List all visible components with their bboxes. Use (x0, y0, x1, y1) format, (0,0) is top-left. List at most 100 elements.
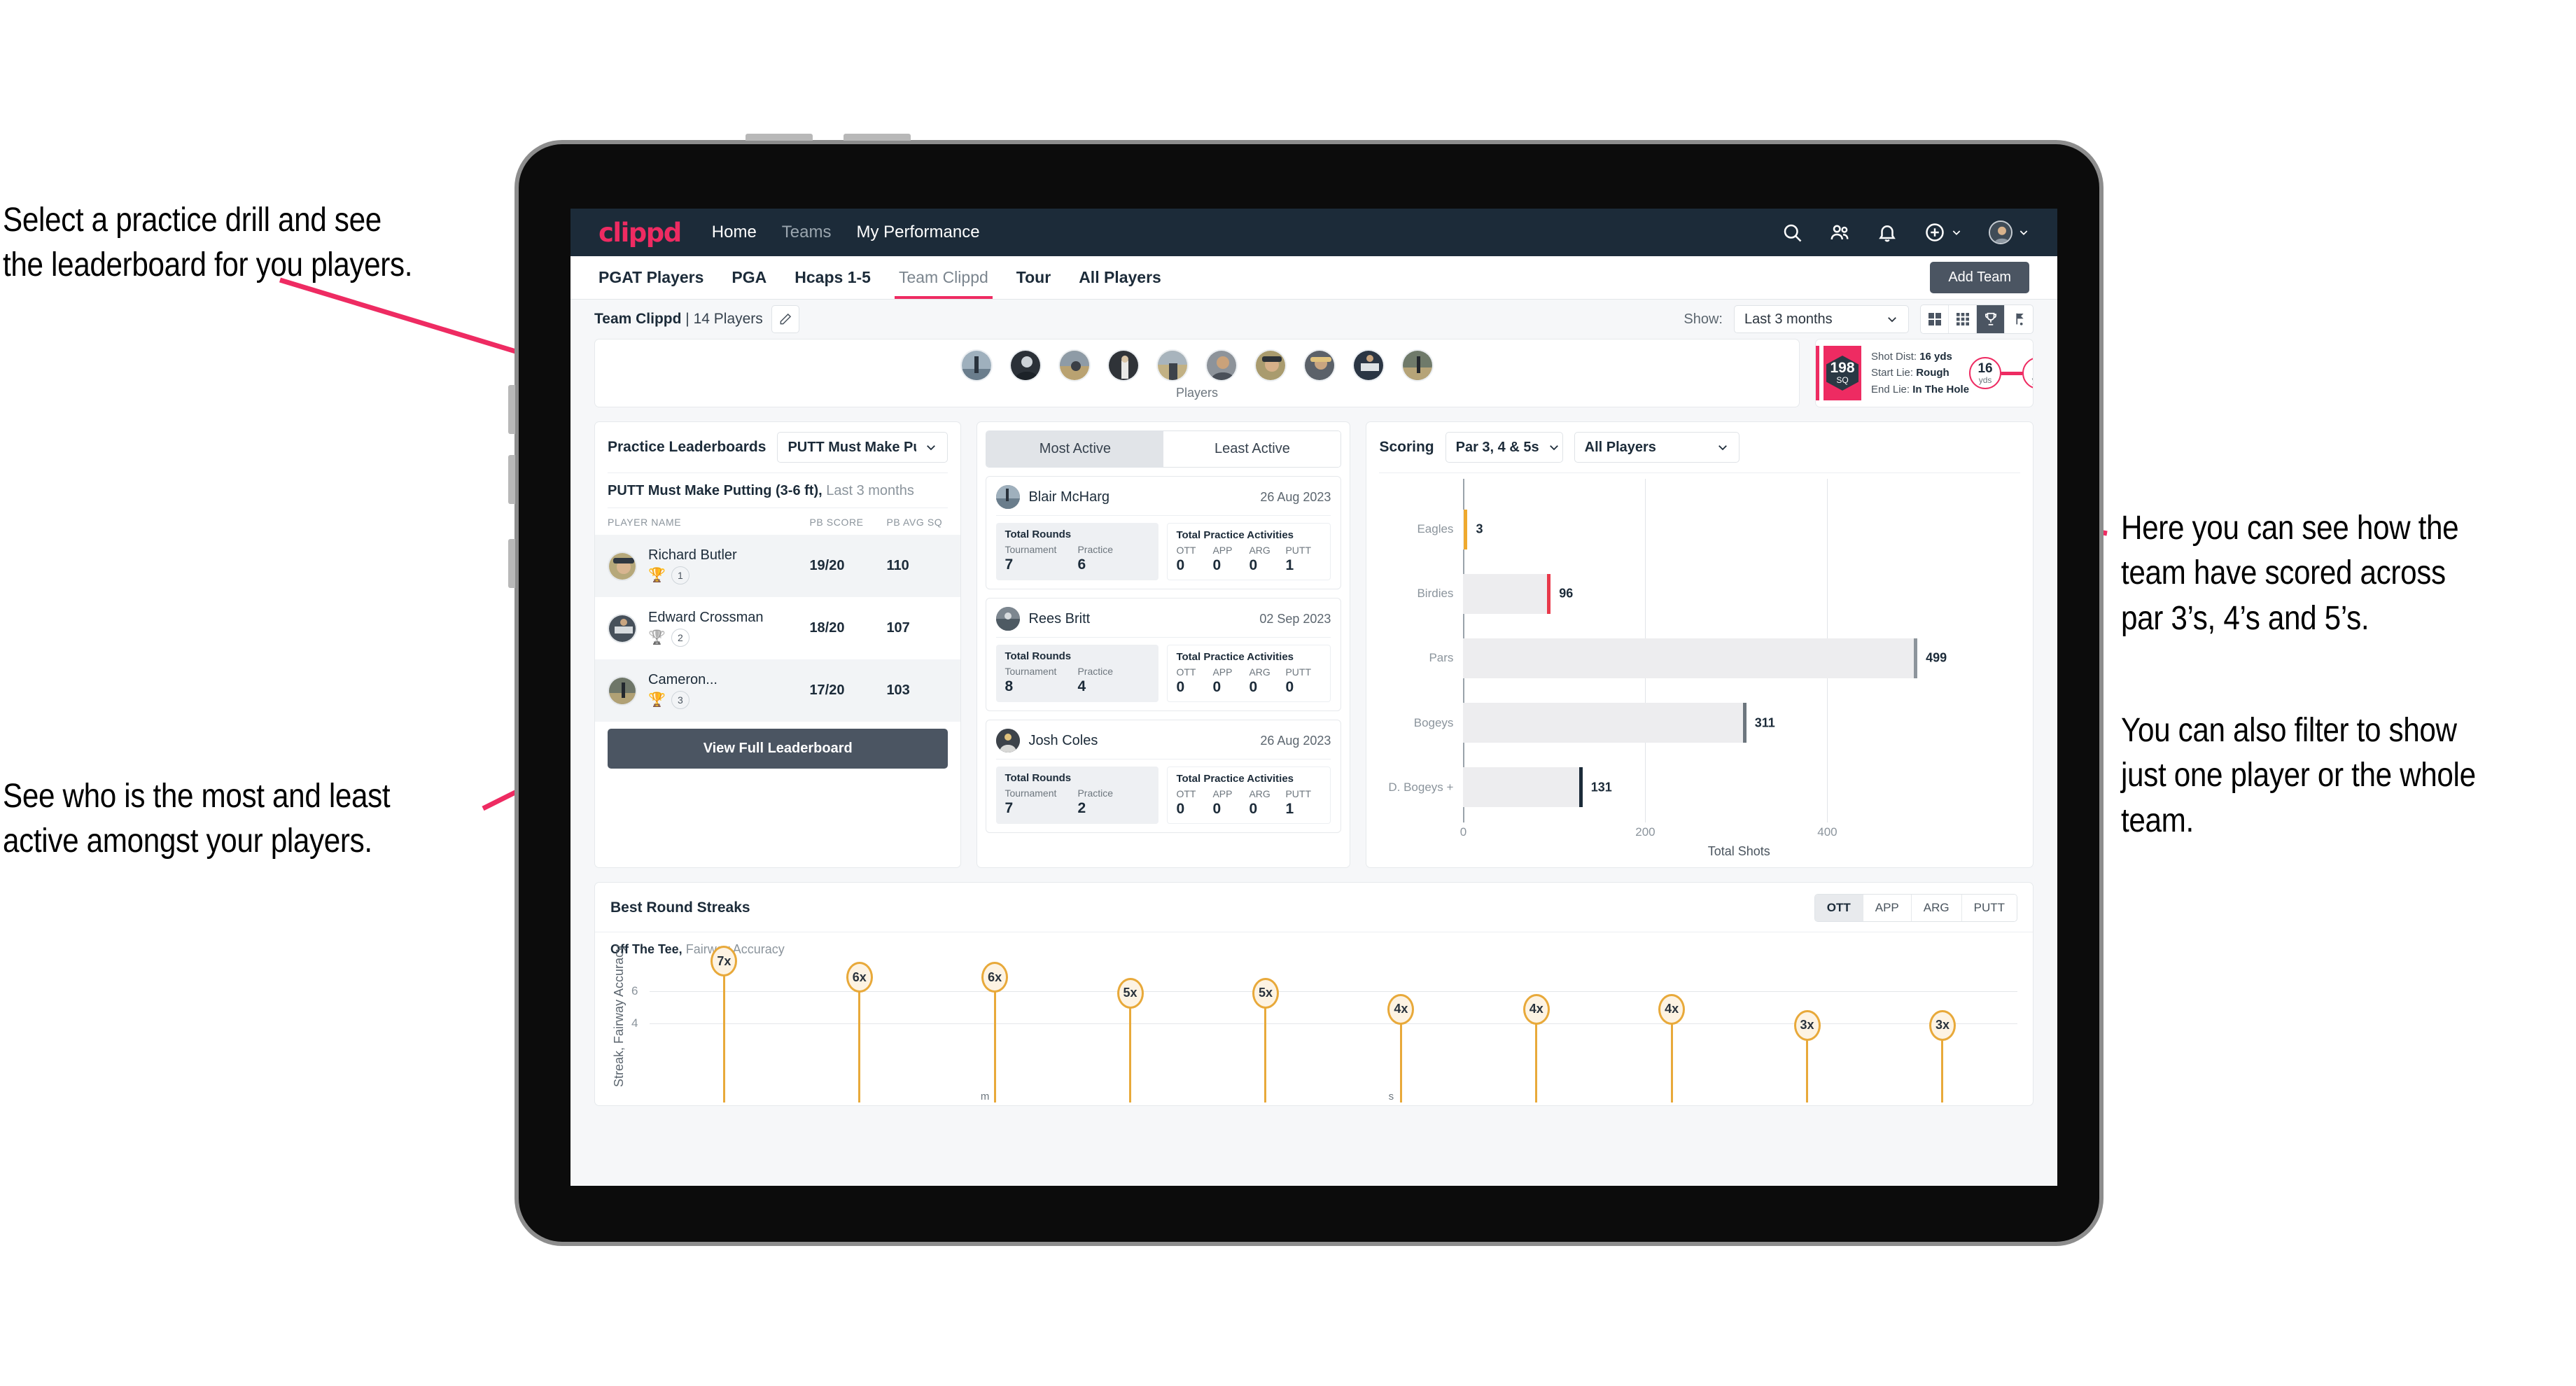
bar-track: 311 (1463, 691, 2015, 755)
player-avatar[interactable] (1352, 349, 1385, 382)
table-row[interactable]: Cameron... 🏆 3 17/20 103 (595, 659, 961, 722)
streak-bubble[interactable]: 6x (981, 962, 1009, 993)
value-app: 0 (1212, 557, 1222, 573)
nav-link-teams[interactable]: Teams (782, 223, 832, 242)
search-icon[interactable] (1782, 222, 1802, 243)
table-row[interactable]: Richard Butler 🏆 1 19/20 110 (595, 535, 961, 597)
tab-team-clippd[interactable]: Team Clippd (894, 256, 993, 299)
streak-stem (858, 991, 861, 1102)
avatar (996, 607, 1021, 631)
tab-pga[interactable]: PGA (732, 256, 766, 299)
nav-link-home[interactable]: Home (712, 223, 757, 242)
tab-pgat-players[interactable]: PGAT Players (598, 256, 704, 299)
practice-activities-title: Total Practice Activities (1176, 773, 1294, 785)
practice-activities-title: Total Practice Activities (1176, 529, 1294, 541)
streaks-title: Best Round Streaks (610, 899, 750, 916)
player-avatar[interactable] (1107, 349, 1140, 382)
list-item[interactable]: Blair McHarg 26 Aug 2023 Total Rounds To… (986, 476, 1342, 589)
activity-metrics: Total Rounds Tournament Practice 7 2 Tot… (996, 766, 1331, 824)
list-item[interactable]: Josh Coles 26 Aug 2023 Total Rounds Tour… (986, 720, 1342, 833)
streak-stem (1264, 1007, 1267, 1102)
toolbar-right: Show: Last 3 months (1684, 304, 2033, 334)
column-player-name: PLAYER NAME (608, 517, 682, 528)
scoring-title: Scoring (1379, 439, 1434, 455)
streak-bubble[interactable]: 5x (1116, 977, 1144, 1009)
bar (1463, 703, 1746, 743)
grid-small-icon[interactable] (1949, 305, 1977, 333)
player-name: Cameron... (648, 672, 718, 687)
nav-actions (1782, 220, 2029, 244)
player-filter-select[interactable]: All Players (1574, 432, 1740, 463)
avatar (608, 613, 637, 643)
bell-icon[interactable] (1877, 222, 1898, 243)
clippd-logo[interactable]: clippd (598, 218, 682, 248)
grid-large-icon[interactable] (1921, 305, 1949, 333)
view-full-leaderboard-button[interactable]: View Full Leaderboard (608, 729, 948, 769)
drill-select[interactable]: PUTT Must Make Putting ... (777, 432, 948, 463)
player-avatar[interactable] (1303, 349, 1336, 382)
tab-tour[interactable]: Tour (1016, 256, 1051, 299)
streaks-tab-arg[interactable]: ARG (1911, 895, 1962, 921)
rounds-labels: Tournament Practice (1004, 788, 1150, 799)
streak-bubble[interactable]: 5x (1252, 977, 1279, 1009)
streak-bubble[interactable]: 7x (710, 946, 738, 977)
bar-end-cap (1464, 509, 1468, 550)
chevron-down-icon (1718, 445, 1727, 451)
player-badges: 🏆 1 (648, 566, 809, 584)
show-label: Show: (1684, 311, 1723, 327)
start-distance-unit: yds (1978, 374, 1992, 385)
tab-hcaps-1-5[interactable]: Hcaps 1-5 (794, 256, 871, 299)
label-ott: OTT (1176, 545, 1196, 556)
pencil-icon (780, 313, 791, 325)
add-menu[interactable] (1924, 222, 1962, 243)
streaks-tab-putt[interactable]: PUTT (1961, 895, 2017, 921)
tab-all-players[interactable]: All Players (1079, 256, 1161, 299)
edit-team-button[interactable] (771, 305, 799, 333)
streaks-subtitle: Off The Tee, Fairway Accuracy (595, 932, 2033, 957)
x-axis-tick: s (1388, 1091, 1394, 1102)
avatar[interactable] (1989, 220, 2012, 244)
drill-heading: PUTT Must Make Putting (3-6 ft), (608, 483, 822, 498)
player-avatar[interactable] (960, 349, 993, 382)
player-avatar[interactable] (1254, 349, 1287, 382)
streaks-tab-ott[interactable]: OTT (1814, 895, 1863, 921)
nav-link-my-performance[interactable]: My Performance (856, 223, 979, 242)
player-avatar[interactable] (1009, 349, 1042, 382)
streaks-tab-app[interactable]: APP (1863, 895, 1912, 921)
players-caption: Players (1175, 386, 1219, 400)
streak-bubble[interactable]: 4x (1658, 993, 1686, 1025)
player-name: Josh Coles (1028, 732, 1098, 748)
list-item[interactable]: Rees Britt 02 Sep 2023 Total Rounds Tour… (986, 598, 1342, 711)
shot-dist-line: Shot Dist: 16 yds (1871, 349, 1969, 365)
label-arg: ARG (1249, 666, 1270, 678)
player-avatar[interactable] (1058, 349, 1091, 382)
trophy-icon[interactable] (1977, 305, 2005, 333)
flag-icon[interactable] (2005, 305, 2033, 333)
activity-date: 26 Aug 2023 (1260, 733, 1331, 748)
shot-dist-label: Shot Dist: (1871, 351, 1917, 363)
table-row[interactable]: Edward Crossman 🏆 2 18/20 107 (595, 597, 960, 659)
x-axis-tick: 400 (1817, 825, 1837, 839)
tab-least-active[interactable]: Least Active (1163, 431, 1341, 467)
date-range-select[interactable]: Last 3 months (1734, 305, 1909, 333)
player-avatar[interactable] (1156, 349, 1189, 382)
people-icon[interactable] (1829, 222, 1850, 243)
scoring-plot-area: 0 200 400 Eagles 3 Birdies 96 Pars 499 Bogeys 311 D… (1385, 479, 2015, 860)
add-team-button[interactable]: Add Team (1930, 262, 2029, 293)
bar-category-label: Eagles (1417, 522, 1454, 536)
streak-bubble[interactable]: 3x (1793, 1009, 1821, 1041)
streak-bubble[interactable]: 4x (1522, 993, 1550, 1025)
streak-bubble[interactable]: 6x (846, 962, 873, 993)
scoring-panel: Scoring Par 3, 4 & 5s All Players 0 200 … (1366, 421, 2033, 868)
view-mode-toggle (1920, 304, 2033, 334)
pb-avg-sq-value: 103 (886, 682, 910, 698)
x-axis-title: Total Shots (1707, 844, 1770, 858)
user-menu[interactable] (1989, 220, 2029, 244)
streak-bubble[interactable]: 4x (1387, 993, 1415, 1025)
player-avatar[interactable] (1401, 349, 1434, 382)
par-filter-select[interactable]: Par 3, 4 & 5s (1445, 432, 1563, 463)
player-avatar[interactable] (1205, 349, 1238, 382)
tab-most-active[interactable]: Most Active (986, 431, 1164, 467)
streak-bubble[interactable]: 3x (1928, 1009, 1956, 1041)
label-tournament: Tournament (1004, 788, 1057, 799)
